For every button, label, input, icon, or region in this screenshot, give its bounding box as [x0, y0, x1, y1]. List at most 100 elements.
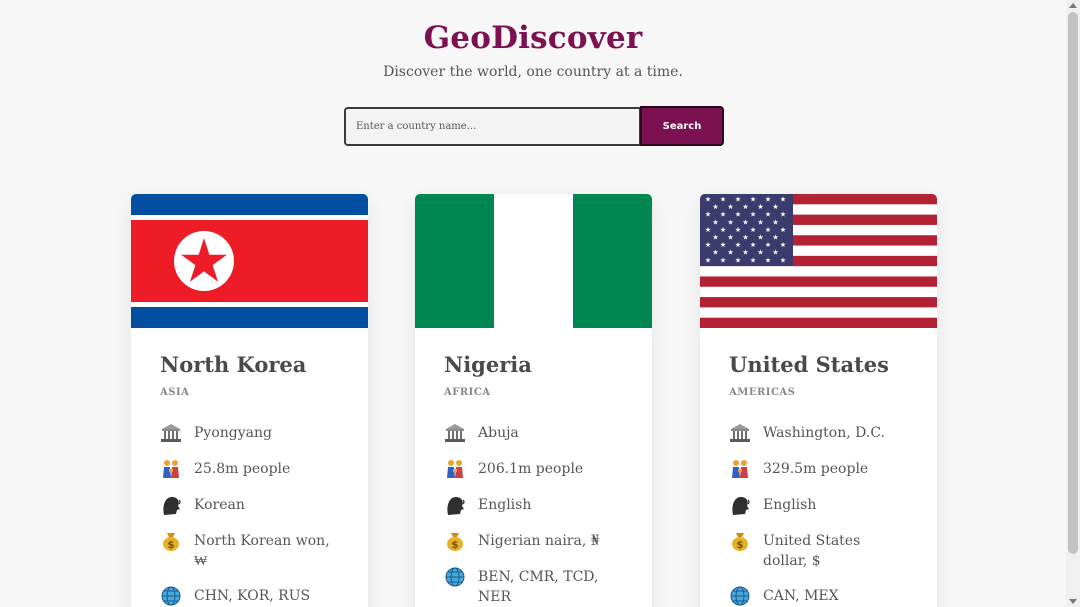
classical-building-icon [444, 422, 468, 444]
language-row: Korean [160, 494, 340, 516]
country-card-united-states[interactable]: ★ ★ ★ ★ ★ ★ ★ ★ ★ ★ ★ ★ ★ ★ ★ ★ ★ ★ ★ ★ ★ ★ ★ ★ ★ ★ ★ ★ ★ ★ ★ ★ ★ ★ ★ ★ ★ ★ ★ ★… [700, 194, 937, 607]
language-value: English [478, 497, 532, 513]
money-bag-icon [160, 530, 184, 552]
svg-text:★: ★ [772, 234, 778, 242]
people-icon [729, 458, 753, 480]
currency-value: United States dollar, $ [763, 533, 861, 569]
svg-text:★: ★ [727, 203, 733, 211]
borders-value: BEN, CMR, TCD, NER [478, 569, 599, 605]
country-name: North Korea [160, 352, 307, 377]
search-button[interactable]: Search [640, 106, 724, 146]
capital-value: Abuja [478, 425, 519, 441]
svg-text:★: ★ [780, 256, 786, 264]
language-value: English [763, 497, 817, 513]
country-card-nigeria[interactable]: Nigeria AFRICA Abuja 206.1m people Engli… [415, 194, 652, 607]
language-row: English [729, 494, 909, 516]
borders-value: CHN, KOR, RUS [194, 588, 311, 604]
nigeria-flag-image [415, 194, 652, 328]
svg-text:★: ★ [742, 203, 748, 211]
globe-icon [444, 566, 468, 588]
country-region: AMERICAS [729, 387, 796, 398]
population-row: 25.8m people [160, 458, 340, 480]
svg-text:★: ★ [720, 256, 726, 264]
classical-building-icon [160, 422, 184, 444]
population-row: 329.5m people [729, 458, 909, 480]
population-row: 206.1m people [444, 458, 624, 480]
speaking-head-icon [444, 494, 468, 516]
svg-text:★: ★ [712, 249, 718, 257]
scroll-down-arrow-icon[interactable] [1069, 599, 1077, 604]
money-bag-icon [729, 530, 753, 552]
capital-value: Washington, D.C. [763, 425, 885, 441]
svg-text:★: ★ [727, 218, 733, 226]
svg-text:★: ★ [765, 196, 771, 204]
borders-row: BEN, CMR, TCD, NER [444, 566, 624, 607]
svg-text:★: ★ [750, 241, 756, 249]
svg-text:★: ★ [735, 196, 741, 204]
svg-text:★: ★ [720, 211, 726, 219]
speaking-head-icon [160, 494, 184, 516]
svg-text:★: ★ [772, 249, 778, 257]
svg-text:★: ★ [705, 256, 711, 264]
page-header: GeoDiscover Discover the world, one coun… [0, 20, 1066, 80]
svg-text:★: ★ [772, 203, 778, 211]
currency-value: Nigerian naira, ₦ [478, 533, 600, 549]
svg-text:★: ★ [712, 218, 718, 226]
classical-building-icon [729, 422, 753, 444]
svg-text:★: ★ [735, 226, 741, 234]
population-value: 25.8m people [194, 461, 291, 477]
borders-row: CAN, MEX [729, 585, 909, 607]
svg-text:★: ★ [757, 249, 763, 257]
svg-text:★: ★ [780, 196, 786, 204]
page-title: GeoDiscover [423, 20, 643, 56]
country-card-north-korea[interactable]: North Korea ASIA Pyongyang 25.8m people … [131, 194, 368, 607]
borders-row: CHN, KOR, RUS [160, 585, 340, 607]
svg-text:★: ★ [772, 218, 778, 226]
money-bag-icon [444, 530, 468, 552]
svg-text:★: ★ [757, 218, 763, 226]
svg-text:★: ★ [765, 241, 771, 249]
currency-row: North Korean won, ₩ [160, 530, 340, 571]
svg-text:★: ★ [750, 211, 756, 219]
language-row: English [444, 494, 624, 516]
country-search-input[interactable] [344, 107, 641, 146]
capital-value: Pyongyang [194, 425, 272, 441]
svg-text:★: ★ [780, 226, 786, 234]
page-scrollbar[interactable] [1066, 0, 1080, 607]
svg-text:★: ★ [780, 211, 786, 219]
currency-value: North Korean won, ₩ [194, 533, 330, 569]
borders-value: CAN, MEX [763, 588, 839, 604]
svg-text:★: ★ [712, 203, 718, 211]
capital-row: Abuja [444, 422, 624, 444]
population-value: 206.1m people [478, 461, 584, 477]
north-korea-flag-image [131, 194, 368, 328]
svg-text:★: ★ [735, 241, 741, 249]
united-states-flag-image: ★ ★ ★ ★ ★ ★★ ★ ★ ★ ★★ ★ ★ ★ ★ ★★ ★ ★ ★ ★★ ★ ★ ★ ★ ★★ ★ ★ ★ ★★ ★ ★ ★ ★ ★★… [700, 194, 937, 328]
svg-text:★: ★ [727, 234, 733, 242]
country-name: Nigeria [444, 352, 532, 377]
svg-text:★: ★ [765, 211, 771, 219]
people-icon [444, 458, 468, 480]
scroll-up-arrow-icon[interactable] [1069, 3, 1077, 8]
svg-text:★: ★ [765, 256, 771, 264]
globe-icon [729, 585, 753, 607]
scrollbar-thumb[interactable] [1068, 12, 1078, 554]
page-subtitle: Discover the world, one country at a tim… [383, 64, 683, 80]
svg-text:★: ★ [750, 196, 756, 204]
svg-text:★: ★ [780, 241, 786, 249]
svg-text:★: ★ [720, 226, 726, 234]
country-region: ASIA [160, 387, 190, 398]
svg-text:★: ★ [742, 249, 748, 257]
svg-text:★: ★ [720, 196, 726, 204]
svg-text:★: ★ [735, 256, 741, 264]
svg-text:★: ★ [765, 226, 771, 234]
svg-text:★: ★ [742, 234, 748, 242]
speaking-head-icon [729, 494, 753, 516]
currency-row: Nigerian naira, ₦ [444, 530, 624, 552]
svg-text:★: ★ [735, 211, 741, 219]
svg-text:★: ★ [757, 203, 763, 211]
svg-text:★: ★ [757, 234, 763, 242]
capital-row: Washington, D.C. [729, 422, 909, 444]
svg-text:★: ★ [727, 249, 733, 257]
country-region: AFRICA [444, 387, 491, 398]
